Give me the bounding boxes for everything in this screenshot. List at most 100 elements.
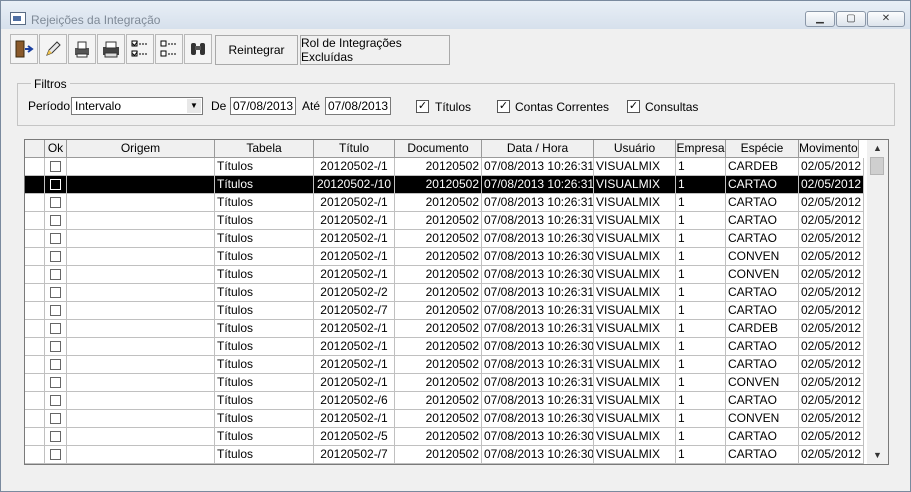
column-header-empresa[interactable]: Empresa bbox=[676, 140, 726, 158]
table-row[interactable]: Títulos 20120502-/6 20120502 07/08/2013 10:… bbox=[25, 392, 870, 410]
column-header-titulo[interactable]: Título bbox=[314, 140, 395, 158]
row-checkbox[interactable] bbox=[50, 287, 61, 298]
column-header-usuario[interactable]: Usuário bbox=[594, 140, 676, 158]
reintegrar-button[interactable]: Reintegrar bbox=[215, 35, 298, 65]
row-indicator[interactable] bbox=[25, 176, 45, 194]
cell-ok[interactable] bbox=[45, 410, 67, 428]
consultas-checkbox[interactable]: ✓ bbox=[627, 100, 640, 113]
column-header-ok[interactable]: Ok bbox=[45, 140, 67, 158]
cell-ok[interactable] bbox=[45, 194, 67, 212]
column-header-data-hora[interactable]: Data / Hora bbox=[482, 140, 594, 158]
row-indicator[interactable] bbox=[25, 284, 45, 302]
maximize-button[interactable]: ▢ bbox=[836, 11, 866, 27]
row-indicator[interactable] bbox=[25, 356, 45, 374]
row-checkbox[interactable] bbox=[50, 413, 61, 424]
rol-integracoes-excluidas-button[interactable]: Rol de Integrações Excluídas bbox=[300, 35, 450, 65]
cell-ok[interactable] bbox=[45, 356, 67, 374]
table-row[interactable]: Títulos 20120502-/1 20120502 07/08/2013 10:… bbox=[25, 194, 870, 212]
column-header-tabela[interactable]: Tabela bbox=[215, 140, 314, 158]
chevron-down-icon[interactable]: ▼ bbox=[187, 99, 201, 113]
scroll-up-arrow[interactable]: ▲ bbox=[867, 140, 888, 156]
row-checkbox[interactable] bbox=[50, 251, 61, 262]
table-row[interactable]: Títulos 20120502-/2 20120502 07/08/2013 10:… bbox=[25, 284, 870, 302]
cell-ok[interactable] bbox=[45, 266, 67, 284]
row-indicator[interactable] bbox=[25, 230, 45, 248]
table-row[interactable]: Títulos 20120502-/1 20120502 07/08/2013 10:… bbox=[25, 248, 870, 266]
table-row[interactable]: Títulos 20120502-/1 20120502 07/08/2013 10:… bbox=[25, 320, 870, 338]
contas-correntes-checkbox[interactable]: ✓ bbox=[497, 100, 510, 113]
column-header-movimento[interactable]: Movimento bbox=[799, 140, 859, 158]
print-button[interactable] bbox=[97, 34, 125, 64]
row-indicator[interactable] bbox=[25, 410, 45, 428]
row-checkbox[interactable] bbox=[50, 161, 61, 172]
cell-ok[interactable] bbox=[45, 158, 67, 176]
table-row[interactable]: Títulos 20120502-/7 20120502 07/08/2013 10:… bbox=[25, 446, 870, 464]
row-indicator[interactable] bbox=[25, 194, 45, 212]
cell-ok[interactable] bbox=[45, 428, 67, 446]
exit-button[interactable] bbox=[10, 34, 38, 64]
uncheck-all-button[interactable] bbox=[155, 34, 183, 64]
row-checkbox[interactable] bbox=[50, 449, 61, 460]
row-indicator[interactable] bbox=[25, 158, 45, 176]
row-checkbox[interactable] bbox=[50, 305, 61, 316]
column-header-documento[interactable]: Documento bbox=[395, 140, 482, 158]
table-row[interactable]: Títulos 20120502-/1 20120502 07/08/2013 10:… bbox=[25, 410, 870, 428]
row-indicator[interactable] bbox=[25, 428, 45, 446]
cell-ok[interactable] bbox=[45, 446, 67, 464]
scroll-thumb[interactable] bbox=[870, 157, 884, 175]
row-checkbox[interactable] bbox=[50, 179, 61, 190]
row-indicator[interactable] bbox=[25, 248, 45, 266]
row-checkbox[interactable] bbox=[50, 377, 61, 388]
cell-ok[interactable] bbox=[45, 248, 67, 266]
scroll-down-arrow[interactable]: ▼ bbox=[867, 447, 888, 463]
cell-ok[interactable] bbox=[45, 302, 67, 320]
minimize-button[interactable]: ▁ bbox=[805, 11, 835, 27]
date-to-field[interactable]: 07/08/2013 bbox=[325, 97, 391, 115]
row-checkbox[interactable] bbox=[50, 269, 61, 280]
cell-ok[interactable] bbox=[45, 176, 67, 194]
table-row[interactable]: Títulos 20120502-/1 20120502 07/08/2013 10:… bbox=[25, 266, 870, 284]
row-indicator[interactable] bbox=[25, 374, 45, 392]
table-row[interactable]: Títulos 20120502-/5 20120502 07/08/2013 10:… bbox=[25, 428, 870, 446]
table-row[interactable]: Títulos 20120502-/1 20120502 07/08/2013 10:… bbox=[25, 158, 870, 176]
row-checkbox[interactable] bbox=[50, 359, 61, 370]
table-row[interactable]: Títulos 20120502-/10 20120502 07/08/2013 10… bbox=[25, 176, 870, 194]
table-row[interactable]: Títulos 20120502-/1 20120502 07/08/2013 10:… bbox=[25, 356, 870, 374]
cell-ok[interactable] bbox=[45, 320, 67, 338]
edit-button[interactable] bbox=[39, 34, 67, 64]
print-preview-button[interactable] bbox=[68, 34, 96, 64]
table-row[interactable]: Títulos 20120502-/1 20120502 07/08/2013 10:… bbox=[25, 230, 870, 248]
row-checkbox[interactable] bbox=[50, 341, 61, 352]
search-button[interactable] bbox=[184, 34, 212, 64]
titulos-checkbox[interactable]: ✓ bbox=[416, 100, 429, 113]
table-row[interactable]: Títulos 20120502-/7 20120502 07/08/2013 10:… bbox=[25, 302, 870, 320]
row-checkbox[interactable] bbox=[50, 215, 61, 226]
row-indicator[interactable] bbox=[25, 302, 45, 320]
row-checkbox[interactable] bbox=[50, 395, 61, 406]
table-row[interactable]: Títulos 20120502-/1 20120502 07/08/2013 10:… bbox=[25, 374, 870, 392]
row-checkbox[interactable] bbox=[50, 197, 61, 208]
close-button[interactable]: ✕ bbox=[867, 11, 905, 27]
cell-ok[interactable] bbox=[45, 338, 67, 356]
row-checkbox[interactable] bbox=[50, 323, 61, 334]
cell-ok[interactable] bbox=[45, 284, 67, 302]
row-checkbox[interactable] bbox=[50, 233, 61, 244]
column-header-origem[interactable]: Origem bbox=[67, 140, 215, 158]
table-row[interactable]: Títulos 20120502-/1 20120502 07/08/2013 10:… bbox=[25, 338, 870, 356]
check-all-button[interactable] bbox=[126, 34, 154, 64]
cell-ok[interactable] bbox=[45, 212, 67, 230]
date-from-field[interactable]: 07/08/2013 bbox=[230, 97, 296, 115]
cell-ok[interactable] bbox=[45, 392, 67, 410]
row-checkbox[interactable] bbox=[50, 431, 61, 442]
row-indicator[interactable] bbox=[25, 212, 45, 230]
vertical-scrollbar[interactable]: ▲ ▼ bbox=[867, 140, 888, 464]
periodo-select[interactable]: Intervalo ▼ bbox=[71, 97, 203, 115]
column-header-especie[interactable]: Espécie bbox=[726, 140, 799, 158]
row-indicator[interactable] bbox=[25, 338, 45, 356]
cell-ok[interactable] bbox=[45, 230, 67, 248]
row-indicator[interactable] bbox=[25, 446, 45, 464]
row-indicator[interactable] bbox=[25, 266, 45, 284]
cell-ok[interactable] bbox=[45, 374, 67, 392]
row-indicator[interactable] bbox=[25, 392, 45, 410]
table-row[interactable]: Títulos 20120502-/1 20120502 07/08/2013 10:… bbox=[25, 212, 870, 230]
